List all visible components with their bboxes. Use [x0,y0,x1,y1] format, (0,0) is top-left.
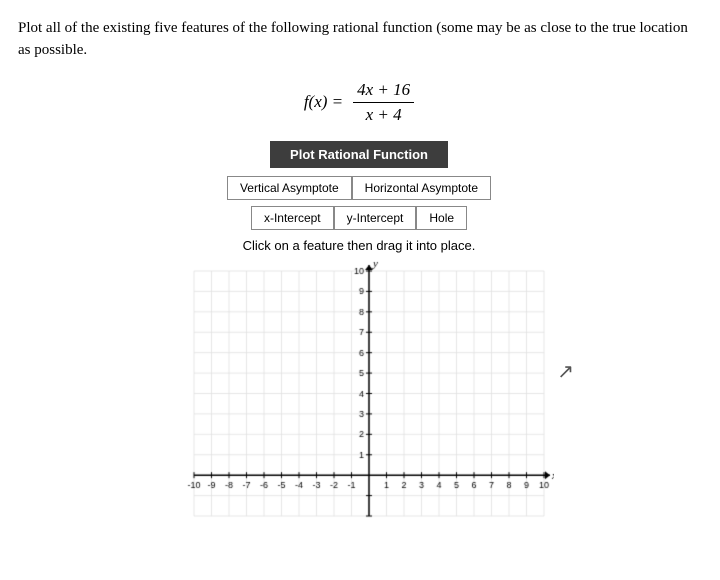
function-expression: f(x) = 4x + 16 x + 4 [304,80,414,125]
plot-rational-function-button[interactable]: Plot Rational Function [270,141,448,168]
instruction-text: Plot all of the existing five features o… [18,18,698,62]
vertical-asymptote-button[interactable]: Vertical Asymptote [227,176,352,200]
horizontal-asymptote-button[interactable]: Horizontal Asymptote [352,176,491,200]
graph-area: ↗ [18,261,700,541]
feature-buttons-row1: Vertical Asymptote Horizontal Asymptote [18,176,700,200]
x-intercept-button[interactable]: x-Intercept [251,206,334,230]
cursor-icon: ↗ [557,359,574,384]
coordinate-graph[interactable] [164,261,554,541]
feature-buttons-row2: x-Intercept y-Intercept Hole [18,206,700,230]
page: Plot all of the existing five features o… [0,0,720,551]
drag-instruction: Click on a feature then drag it into pla… [18,238,700,253]
controls-container: Plot Rational Function Vertical Asymptot… [18,141,700,253]
function-label: f(x) = [304,92,343,112]
graph-wrapper[interactable]: ↗ [164,261,554,541]
hole-button[interactable]: Hole [416,206,467,230]
fraction: 4x + 16 x + 4 [353,80,414,125]
function-container: f(x) = 4x + 16 x + 4 [18,80,700,125]
numerator: 4x + 16 [353,80,414,103]
y-intercept-button[interactable]: y-Intercept [334,206,417,230]
denominator: x + 4 [362,103,406,125]
